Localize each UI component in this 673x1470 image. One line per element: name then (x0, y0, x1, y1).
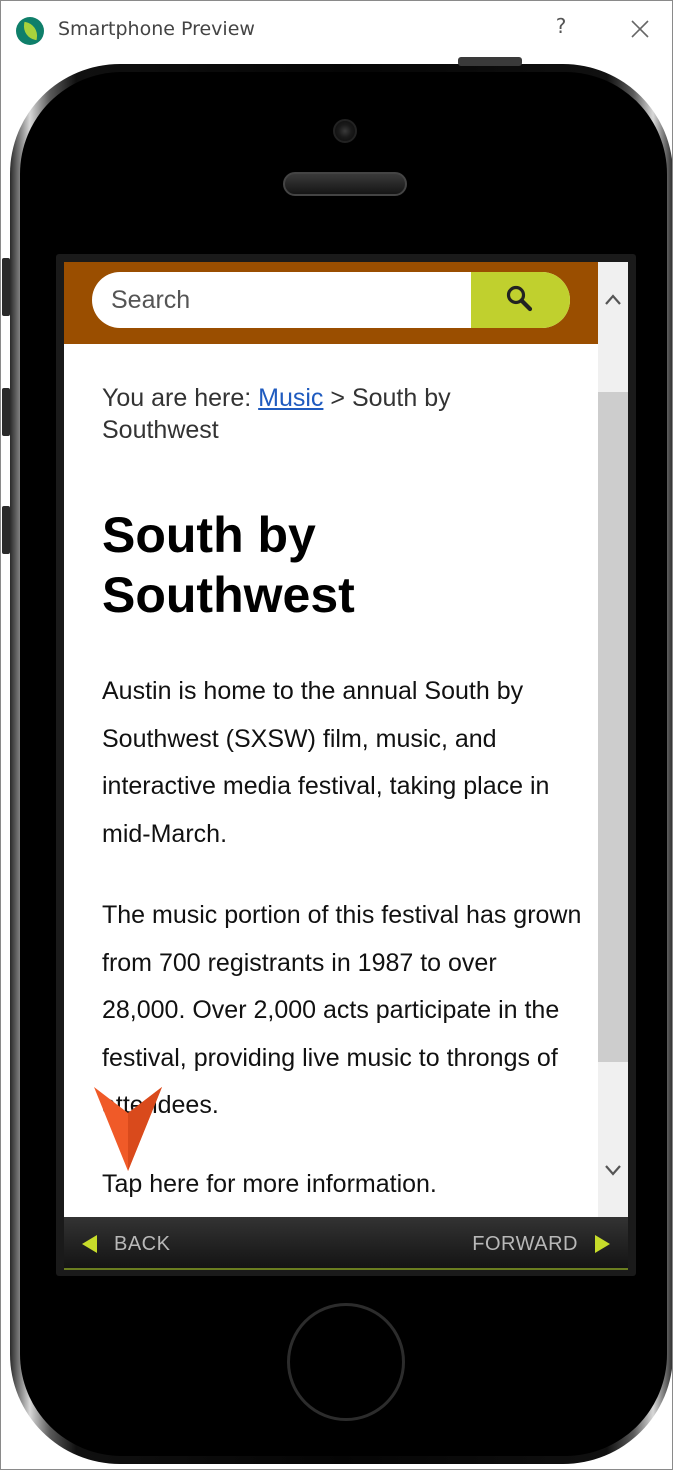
page-content: You are here: Music > South by Southwest… (64, 262, 598, 1217)
earpiece-speaker (283, 172, 407, 196)
body-paragraph: The music portion of this festival has g… (102, 901, 582, 1119)
back-label: BACK (114, 1232, 171, 1255)
chevron-up-icon (605, 294, 621, 305)
page-title: South by Southwest (102, 507, 355, 623)
front-camera (333, 119, 357, 143)
volume-down-button (2, 506, 10, 554)
body-paragraph: Austin is home to the annual South by So… (102, 677, 550, 848)
search-box (92, 272, 570, 328)
silent-switch (2, 258, 10, 316)
title-bar: Smartphone Preview ? (0, 0, 673, 58)
back-button[interactable]: BACK (82, 1229, 170, 1259)
window-title: Smartphone Preview (58, 18, 255, 40)
volume-up-button (2, 388, 10, 436)
breadcrumb-separator: > (323, 384, 352, 412)
power-button (458, 57, 522, 66)
triangle-left-icon (82, 1235, 97, 1253)
breadcrumb-prefix: You are here: (102, 384, 259, 412)
help-button[interactable]: ? (549, 14, 573, 44)
close-button[interactable] (625, 10, 655, 46)
close-icon (631, 20, 649, 38)
breadcrumb-link-music[interactable]: Music (258, 384, 323, 412)
vertical-scrollbar[interactable] (598, 262, 628, 1217)
chevron-down-icon (605, 1165, 621, 1176)
scroll-down-button[interactable] (598, 1154, 628, 1188)
magnifier-icon (506, 285, 533, 312)
scroll-up-button[interactable] (598, 282, 628, 316)
scrollbar-thumb[interactable] (598, 392, 628, 1062)
more-info-link[interactable]: Tap here for more information. (102, 1164, 437, 1204)
app-logo-icon (16, 17, 44, 45)
search-bar (64, 262, 598, 344)
search-button[interactable] (471, 272, 570, 328)
preview-nav-bar: BACK FORWARD (64, 1217, 628, 1270)
forward-button[interactable]: FORWARD (472, 1229, 610, 1259)
search-input[interactable] (92, 272, 472, 328)
forward-label: FORWARD (472, 1232, 578, 1255)
breadcrumb: You are here: Music > South by Southwest (102, 382, 572, 446)
home-button[interactable] (287, 1303, 405, 1421)
browser-viewport: You are here: Music > South by Southwest… (64, 262, 628, 1217)
triangle-right-icon (595, 1235, 610, 1253)
